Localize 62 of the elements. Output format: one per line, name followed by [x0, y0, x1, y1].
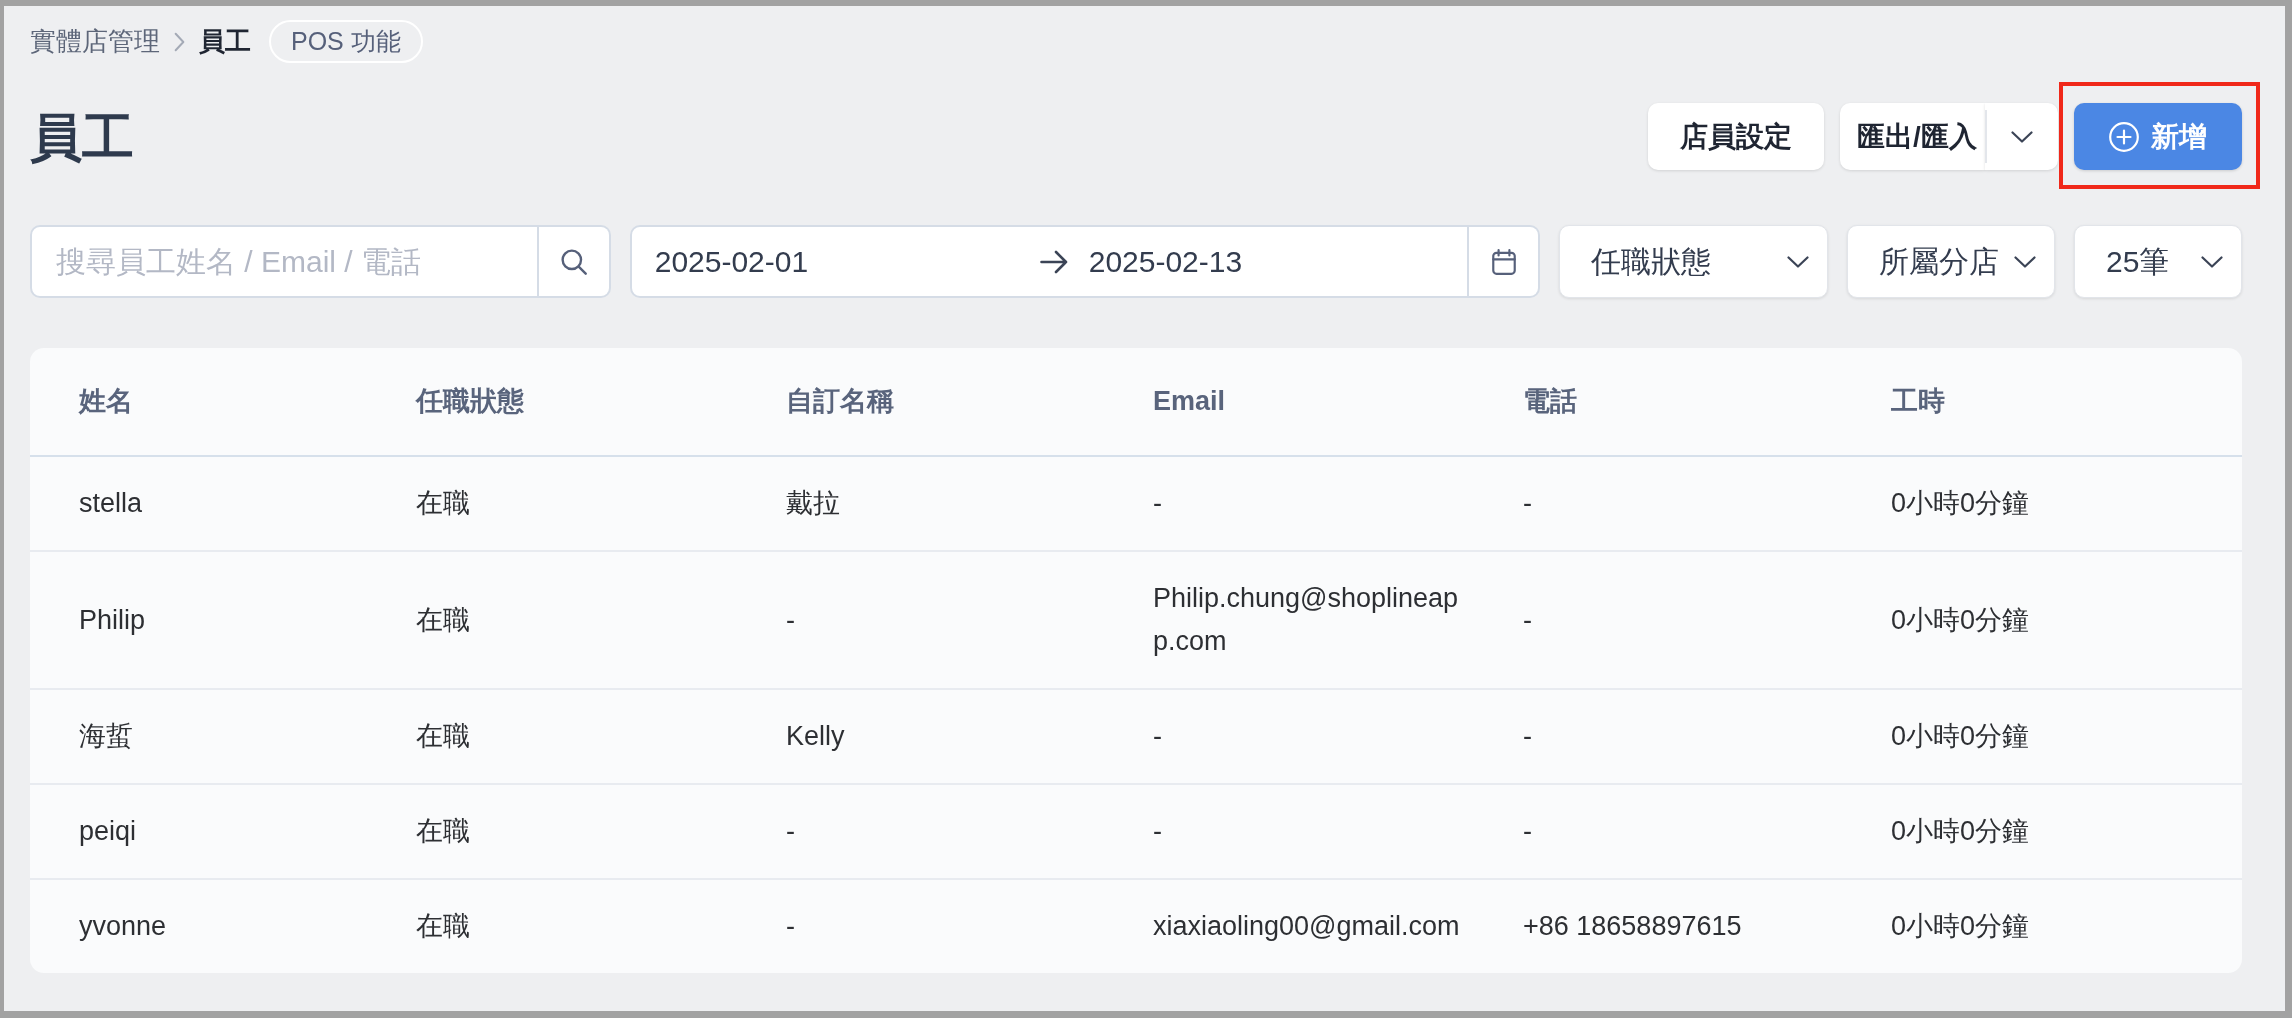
- filter-dropdown[interactable]: 任職狀態: [1559, 225, 1829, 298]
- filter-dropdown[interactable]: 所屬分店: [1847, 225, 2056, 298]
- feature-badge: POS 功能: [269, 20, 423, 63]
- table-cell-text: Philip: [79, 603, 146, 637]
- dropdown-toggle-button[interactable]: [1985, 103, 2058, 170]
- start-date-value: 2025-02-01: [654, 244, 809, 280]
- table-cell-text: -: [1153, 815, 1162, 848]
- search-button[interactable]: [538, 225, 611, 298]
- table-cell-text: -: [1153, 720, 1162, 753]
- calendar-icon: [1491, 248, 1516, 275]
- table-cell-text: peiqi: [79, 815, 137, 848]
- table-cell-text: 0小時0分鐘: [1891, 487, 2030, 520]
- table-cell-text: 戴拉: [786, 487, 840, 520]
- table-cell-text: 在職: [416, 603, 470, 637]
- table-cell-text: -: [786, 815, 795, 848]
- table-cell-text: 海蜇: [79, 720, 133, 753]
- chevron-down-icon: [1787, 255, 1810, 268]
- column-header: 自訂名稱: [786, 385, 894, 419]
- table-cell-text: -: [1523, 815, 1532, 848]
- table-cell-text: 在職: [416, 720, 470, 753]
- breadcrumb-current: 員工: [199, 25, 251, 58]
- filter-dropdown[interactable]: 25筆: [2074, 225, 2242, 298]
- table-cell-text: +86 18658897615: [1523, 910, 1742, 943]
- table-cell-text: 0小時0分鐘: [1891, 910, 2030, 943]
- table-cell-text: 在職: [416, 815, 470, 848]
- action-button[interactable]: 店員設定: [1648, 103, 1824, 170]
- table-cell-text: yvonne: [79, 910, 167, 943]
- table-cell-text: 0小時0分鐘: [1891, 603, 2030, 637]
- column-header: 電話: [1523, 385, 1577, 419]
- table-cell-text: 在職: [416, 487, 470, 520]
- table-cell-text: -: [786, 910, 795, 943]
- chevron-right-icon: [174, 31, 185, 52]
- table-cell-text: -: [1523, 487, 1532, 520]
- column-header: Email: [1153, 385, 1226, 419]
- chevron-down-icon: [2014, 255, 2037, 268]
- page-title: 員工: [30, 110, 134, 163]
- table-cell-text: Kelly: [786, 720, 845, 753]
- column-header: 任職狀態: [416, 385, 524, 419]
- table-cell-text: -: [1523, 720, 1532, 753]
- split-button[interactable]: 匯出/匯入: [1840, 103, 1985, 170]
- chevron-down-icon: [2201, 255, 2223, 268]
- add-button[interactable]: 新增: [2074, 103, 2242, 170]
- plus-circle-icon: [2109, 121, 2139, 152]
- table-cell-text: xiaxiaoling00@gmail.com: [1153, 910, 1460, 943]
- arrow-right-icon: [1039, 249, 1068, 274]
- table-cell-text: -: [786, 603, 795, 637]
- search-field[interactable]: 搜尋員工姓名 / Email / 電話: [30, 225, 539, 298]
- end-date-value: 2025-02-13: [1088, 244, 1243, 280]
- table-cell-text: 0小時0分鐘: [1891, 720, 2030, 753]
- calendar-button[interactable]: [1469, 225, 1541, 298]
- chevron-down-icon: [2010, 130, 2033, 143]
- column-header: 姓名: [79, 385, 133, 419]
- table-cell-text: stella: [79, 487, 143, 520]
- date-range-field[interactable]: 2025-02-01 2025-02-13: [629, 225, 1470, 298]
- table-cell-text: -: [1523, 603, 1532, 637]
- column-header: 工時: [1891, 385, 1945, 419]
- table-cell-text: 0小時0分鐘: [1891, 815, 2030, 848]
- breadcrumb-link[interactable]: 實體店管理: [30, 22, 160, 61]
- search-icon: [560, 248, 587, 275]
- table-cell-text: Philip.chung@shoplineapp.com: [1153, 582, 1460, 658]
- table-cell-text: -: [1153, 487, 1162, 520]
- table-cell-text: 在職: [416, 910, 470, 943]
